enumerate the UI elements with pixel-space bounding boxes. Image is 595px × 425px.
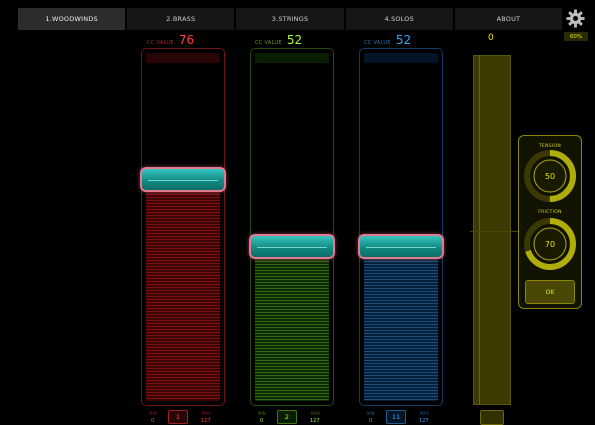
fader-range-1: MIN 0 1 MAX 127 — [141, 409, 225, 425]
battery-indicator: 60% — [564, 32, 588, 41]
tab-solos[interactable]: 4.SOLOS — [345, 8, 454, 30]
friction-knob[interactable]: 70 — [524, 218, 576, 270]
fader-fill — [146, 191, 220, 401]
cc-value-label: CC VALUE — [255, 40, 282, 46]
tension-knob[interactable]: 50 — [524, 150, 576, 202]
expression-value: 0 — [488, 33, 494, 43]
solos-fader-handle[interactable] — [358, 233, 444, 259]
fader-top-cap — [364, 53, 438, 63]
physics-panel: TENSION 50 FRICTION 70 OK — [518, 135, 582, 309]
brass-fader-handle[interactable] — [249, 233, 335, 259]
expression-marker-line — [470, 231, 518, 232]
min-value: 0 — [260, 418, 264, 424]
min-label: MIN — [149, 411, 157, 416]
min-value: 0 — [369, 418, 373, 424]
strings-fader-track[interactable] — [359, 48, 443, 406]
woodwinds-fader-handle[interactable] — [140, 167, 226, 192]
cc-value-readout-1: CC VALUE 76 — [147, 33, 194, 47]
tab-brass[interactable]: 2.BRASS — [127, 8, 236, 30]
cc-value-label: CC VALUE — [364, 40, 391, 46]
midi-channel-button[interactable]: 11 — [386, 410, 406, 424]
cc-value: 76 — [178, 33, 195, 47]
cc-value-label: CC VALUE — [147, 40, 174, 46]
min-value: 0 — [151, 418, 155, 424]
ok-button[interactable]: OK — [525, 280, 575, 304]
tab-woodwinds[interactable]: 1.WOODWINDS — [18, 8, 127, 30]
expression-strip[interactable] — [473, 55, 511, 405]
gear-icon[interactable] — [566, 9, 585, 28]
min-label: MIN — [258, 411, 266, 416]
fader-fill — [364, 257, 438, 401]
fader-top-cap — [146, 53, 220, 63]
friction-value: 70 — [545, 240, 555, 249]
tension-label: TENSION — [538, 144, 562, 149]
tab-about[interactable]: ABOUT — [454, 8, 564, 30]
fader-range-2: MIN 0 2 MAX 127 — [250, 409, 334, 425]
fader-range-3: MIN 0 11 MAX 127 — [359, 409, 443, 425]
tension-value: 50 — [545, 172, 555, 181]
max-value: 127 — [419, 418, 429, 424]
expression-button[interactable] — [480, 410, 504, 425]
cc-value-readout-2: CC VALUE 52 — [255, 33, 302, 47]
max-label: MAX — [202, 411, 211, 416]
brass-fader-track[interactable] — [250, 48, 334, 406]
min-label: MIN — [367, 411, 375, 416]
cc-value: 52 — [395, 33, 412, 47]
max-value: 127 — [201, 418, 211, 424]
fader-fill — [255, 257, 329, 401]
max-value: 127 — [310, 418, 320, 424]
tab-strings[interactable]: 3.STRINGS — [236, 8, 345, 30]
cc-value-readout-3: CC VALUE 52 — [364, 33, 411, 47]
midi-channel-button[interactable]: 1 — [168, 410, 188, 424]
midi-channel-button[interactable]: 2 — [277, 410, 297, 424]
expression-guide-line — [479, 56, 480, 404]
max-label: MAX — [311, 411, 320, 416]
cc-value: 52 — [286, 33, 303, 47]
woodwinds-fader-track[interactable] — [141, 48, 225, 406]
fader-top-cap — [255, 53, 329, 63]
friction-label: FRICTION — [538, 210, 562, 215]
tab-bar: 1.WOODWINDS 2.BRASS 3.STRINGS 4.SOLOS AB… — [18, 8, 564, 30]
max-label: MAX — [420, 411, 429, 416]
